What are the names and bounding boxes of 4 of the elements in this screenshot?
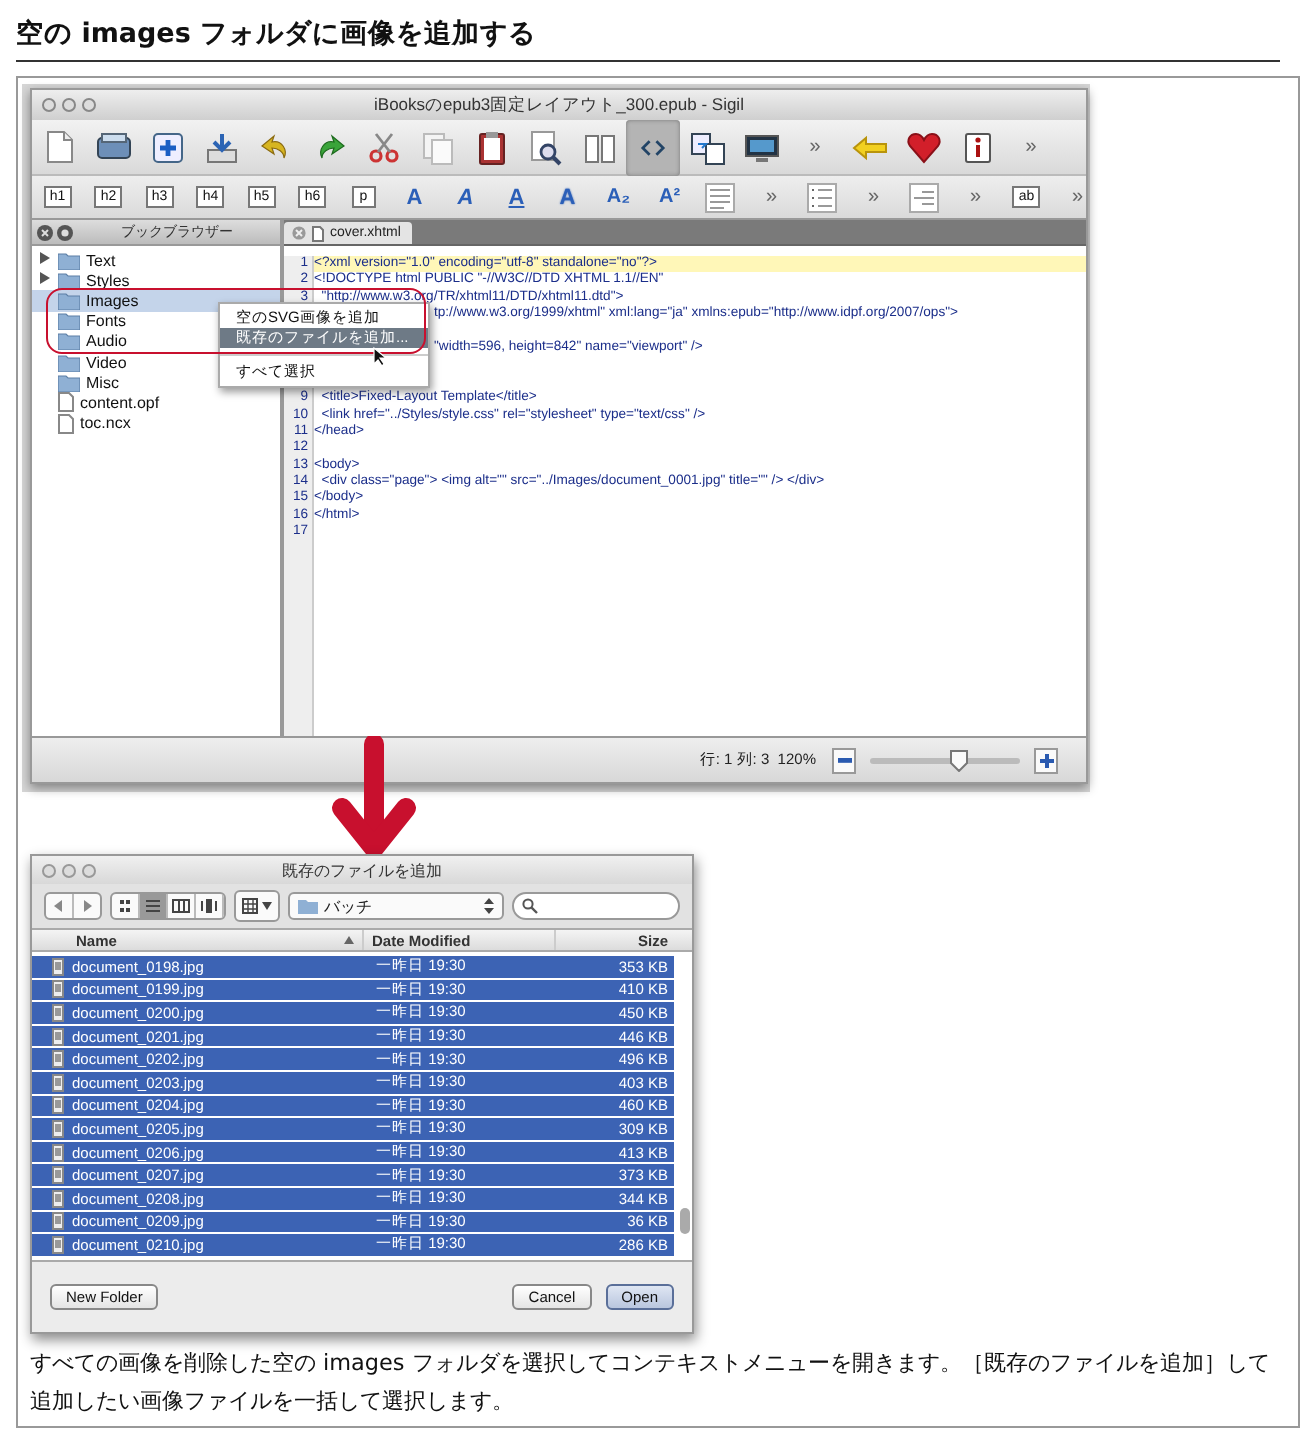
section-heading: 空の images フォルダに画像を追加する — [16, 16, 539, 52]
window-title: iBooksのepub3固定レイアウト_300.epub - Sigil — [372, 94, 746, 118]
dialog-title: 既存のファイルを追加 — [280, 860, 444, 882]
caption-paragraph: すべての画像を削除した空の images フォルダを選択してコンテキストメニューを開きます。［既存のファイルを追加］して追加したい画像ファイルを一括して選択します。 — [30, 1348, 1272, 1418]
